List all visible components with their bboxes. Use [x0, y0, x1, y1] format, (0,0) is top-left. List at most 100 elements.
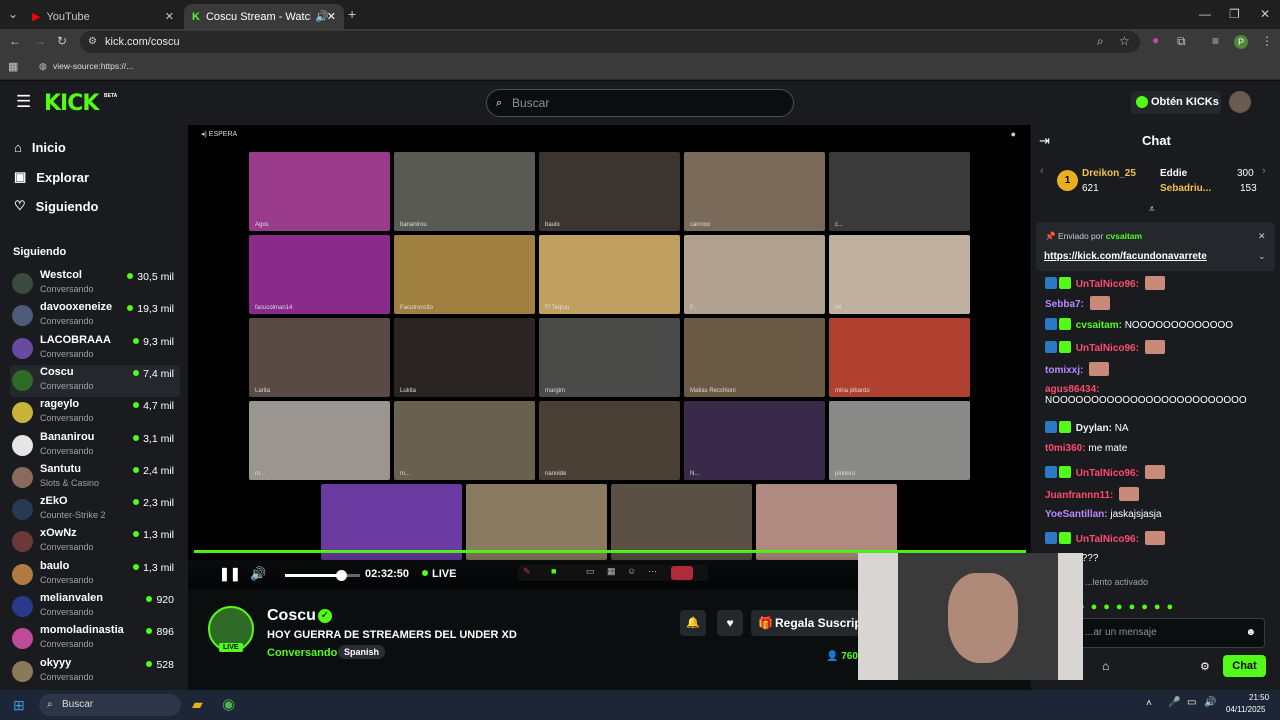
following-item[interactable]: Bananirou Conversando 3,1 mil: [10, 430, 180, 462]
get-kicks-button[interactable]: Obtén KICKs: [1131, 91, 1221, 114]
extensions-puzzle-icon[interactable]: ⧉: [1177, 34, 1186, 49]
chat-username[interactable]: agus86434:: [1045, 384, 1099, 395]
chat-username[interactable]: Dyylan:: [1076, 423, 1112, 434]
chat-message[interactable]: YoeSantillan: jaskajsjasja: [1045, 509, 1162, 520]
collapse-chat-icon[interactable]: ⇥: [1039, 133, 1050, 149]
following-item[interactable]: davooxeneize Conversando 19,3 mil: [10, 300, 180, 332]
chat-message[interactable]: tomixxj:: [1045, 362, 1110, 376]
following-item[interactable]: baulo Conversando 1,3 mil: [10, 559, 180, 591]
minimize-icon[interactable]: —: [1199, 7, 1211, 21]
following-item[interactable]: zEkO Counter-Strike 2 2,3 mil: [10, 494, 180, 526]
zoom-icon[interactable]: ⌕: [1097, 34, 1104, 49]
send-chat-button[interactable]: Chat: [1223, 655, 1266, 677]
following-item[interactable]: LACOBRAAA Conversando 9,3 mil: [10, 333, 180, 365]
video-player[interactable]: ◂) ESPERA ● Agos bananirou baulo carrooo c..…: [188, 125, 1030, 560]
close-icon[interactable]: ✕: [165, 10, 174, 23]
chat-message[interactable]: agus86434: NOOOOOOOOOOOOOOOOOOOOOOOOO: [1045, 384, 1247, 406]
search-input[interactable]: ⌕ Buscar: [486, 89, 794, 117]
clock-time[interactable]: 21:50: [1249, 693, 1269, 702]
chat-message[interactable]: Dyylan: NA: [1045, 421, 1129, 434]
chat-message[interactable]: UnTalNico96:: [1045, 465, 1165, 479]
tab-youtube[interactable]: ▶ YouTube ✕: [24, 4, 182, 29]
new-tab-icon[interactable]: +: [348, 6, 356, 22]
chat-message[interactable]: Sebba7:: [1045, 296, 1110, 310]
following-item[interactable]: momoladinastia Conversando 896: [10, 623, 180, 655]
clock-date[interactable]: 04/11/2025: [1226, 705, 1265, 714]
following-item[interactable]: okyyy Conversando 528: [10, 656, 180, 688]
close-icon[interactable]: ✕: [327, 10, 336, 23]
volume-icon[interactable]: 🔊: [250, 566, 266, 582]
pinned-link[interactable]: https://kick.com/facundonavarrete: [1044, 251, 1207, 262]
chat-username[interactable]: UnTalNico96:: [1076, 343, 1139, 354]
nav-inicio[interactable]: ⌂ Inicio: [14, 140, 66, 155]
user-avatar[interactable]: [1229, 91, 1251, 113]
hamburger-menu-icon[interactable]: ☰: [16, 92, 31, 112]
expand-gifters-icon[interactable]: ⩡: [1149, 204, 1155, 215]
network-icon[interactable]: ▭: [1187, 697, 1196, 708]
sound-icon[interactable]: 🔊: [1204, 697, 1216, 708]
kick-logo[interactable]: KICK: [44, 91, 99, 116]
chat-username[interactable]: UnTalNico96:: [1076, 279, 1139, 290]
volume-slider[interactable]: [285, 570, 360, 581]
settings-gear-icon[interactable]: ⚙: [1200, 660, 1210, 673]
chat-username[interactable]: UnTalNico96:: [1076, 468, 1139, 479]
following-item[interactable]: rageylo Conversando 4,7 mil: [10, 397, 180, 429]
maximize-icon[interactable]: ❐: [1229, 7, 1240, 21]
windows-start-icon[interactable]: ⊞: [13, 697, 25, 714]
apps-grid-icon[interactable]: ▦: [8, 60, 18, 73]
stream-category[interactable]: Conversando: [267, 647, 337, 659]
back-icon[interactable]: ←: [9, 34, 21, 48]
live-indicator[interactable]: LIVE: [422, 568, 456, 580]
pinned-message[interactable]: 📌 Enviado por cvsaitam https://kick.com/…: [1036, 222, 1275, 271]
tab-search-icon[interactable]: ⌄: [8, 7, 18, 21]
following-item[interactable]: melianvalen Conversando 920: [10, 591, 180, 623]
following-item[interactable]: Santutu Slots & Casino 2,4 mil: [10, 462, 180, 494]
chat-username[interactable]: Sebba7:: [1045, 299, 1084, 310]
store-icon[interactable]: ⌂: [1102, 659, 1109, 673]
tray-arrow-icon[interactable]: ˄: [1146, 698, 1152, 709]
chat-input[interactable]: ...ar un mensaje ☻: [1078, 618, 1265, 648]
media-icon[interactable]: ≡: [1212, 34, 1219, 48]
taskbar-search[interactable]: ⌕ Buscar: [39, 694, 181, 716]
file-explorer-icon[interactable]: ▰: [192, 696, 203, 713]
chat-username[interactable]: cvsaitam:: [1076, 320, 1122, 331]
chrome-icon[interactable]: ◉: [222, 695, 235, 713]
bookmark-item[interactable]: view-source:https://...: [53, 61, 133, 71]
pause-icon[interactable]: ❚❚: [219, 566, 241, 582]
notification-bell-icon[interactable]: 🔔: [680, 610, 706, 636]
chat-username[interactable]: tomixxj:: [1045, 365, 1083, 376]
chat-username[interactable]: Juanfrannn11:: [1045, 490, 1113, 501]
emoji-icon[interactable]: ☻: [1245, 619, 1256, 647]
following-item[interactable]: Westcol Conversando 30,5 mil: [10, 268, 180, 300]
chat-message[interactable]: UnTalNico96:: [1045, 340, 1165, 354]
follow-heart-icon[interactable]: ♥: [717, 610, 743, 636]
chat-message[interactable]: UnTalNico96:: [1045, 276, 1165, 290]
chat-message[interactable]: cvsaitam: NOOOOOOOOOOOOO: [1045, 318, 1233, 331]
extension-icon[interactable]: ●: [1152, 33, 1159, 47]
following-item[interactable]: xOwNz Conversando 1,3 mil: [10, 526, 180, 558]
chat-message[interactable]: t0mi360: me mate: [1045, 443, 1127, 454]
chevron-down-icon[interactable]: ⌄: [1258, 251, 1266, 262]
forward-icon[interactable]: →: [34, 34, 46, 48]
nav-siguiendo[interactable]: ♡ Siguiendo: [14, 198, 99, 214]
profile-avatar[interactable]: P: [1234, 35, 1248, 49]
chat-message[interactable]: Juanfrannn11:: [1045, 487, 1140, 501]
reload-icon[interactable]: ↻: [57, 34, 67, 48]
following-item[interactable]: Coscu Conversando 7,4 mil: [10, 364, 180, 397]
menu-dots-icon[interactable]: ⋮: [1261, 34, 1273, 48]
url-field[interactable]: ⚙ kick.com/coscu: [80, 31, 1140, 53]
chat-username[interactable]: YoeSantillan:: [1045, 509, 1108, 520]
emote-icon[interactable]: ●●●●●●●●: [1078, 601, 1179, 613]
bookmark-star-icon[interactable]: ☆: [1119, 34, 1130, 48]
next-arrow-icon[interactable]: ›: [1262, 165, 1266, 177]
channel-name[interactable]: Coscu: [267, 607, 316, 625]
tab-coscu[interactable]: K Coscu Stream - Watch Live 🔊 ✕: [184, 4, 344, 29]
gift-sub-button[interactable]: 🎁 Regala Suscrip: [751, 610, 859, 636]
chat-username[interactable]: UnTalNico96:: [1076, 534, 1139, 545]
mic-icon[interactable]: 🎤: [1168, 697, 1180, 708]
chat-username[interactable]: t0mi360:: [1045, 443, 1086, 454]
window-close-icon[interactable]: ✕: [1260, 7, 1270, 21]
language-tag[interactable]: Spanish: [338, 645, 386, 659]
chat-message[interactable]: UnTalNico96:: [1045, 531, 1165, 545]
nav-explorar[interactable]: ▣ Explorar: [14, 169, 89, 185]
